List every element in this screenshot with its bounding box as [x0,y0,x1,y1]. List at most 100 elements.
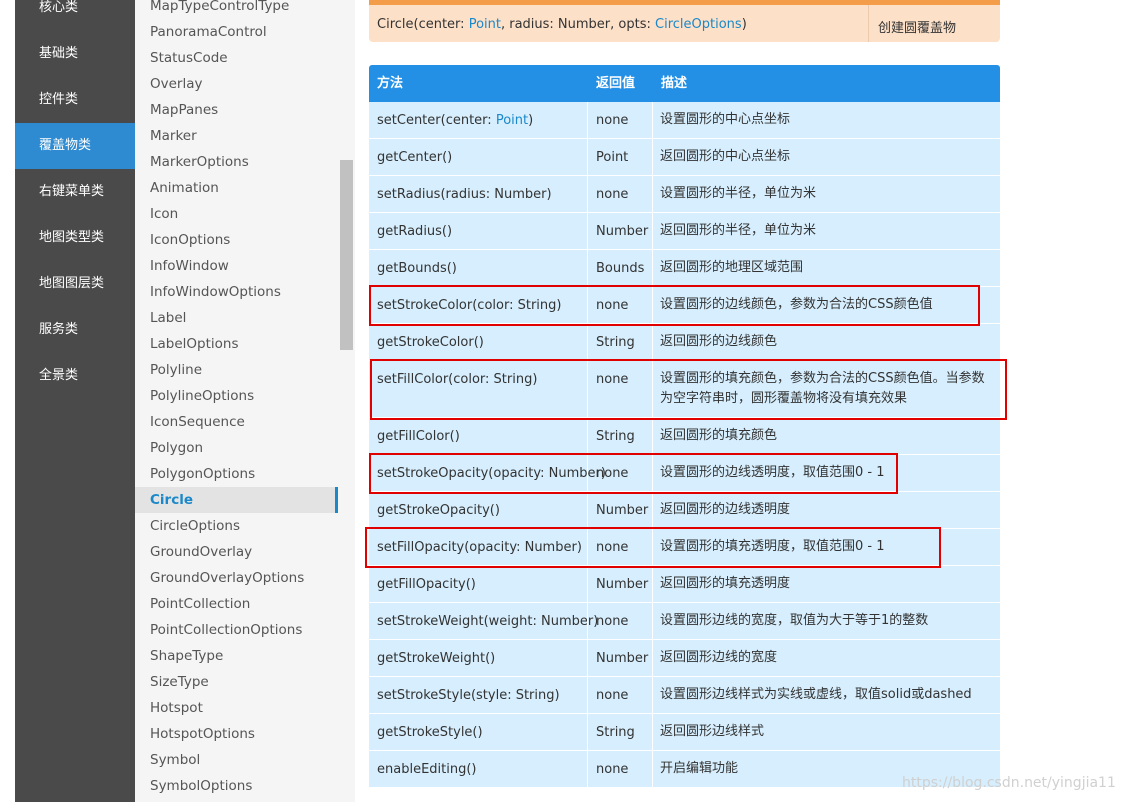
return-type: none [596,466,629,481]
class-list-item[interactable]: Overlay [135,71,338,97]
table-row: setFillOpacity(opacity: Number) none 设置圆形的… [369,529,1000,566]
table-row: getBounds() Bounds 返回圆形的地理区域范围 [369,250,1000,287]
class-list-item[interactable]: PolygonOptions [135,461,338,487]
return-type[interactable]: Point [596,150,628,165]
method-description: 返回圆形的半径，单位为米 [660,223,817,238]
class-list-item[interactable]: GroundOverlayOptions [135,565,338,591]
type-link[interactable]: Point [496,113,528,128]
method-signature: setFillOpacity(opacity: Number) [377,540,582,555]
class-list-item[interactable]: IconSequence [135,409,338,435]
header-description: 描述 [661,76,688,91]
header-return: 返回值 [596,76,636,91]
class-list-item[interactable]: MapPanes [135,97,338,123]
table-row: setCenter(center: Point) none 设置圆形的中心点坐标 [369,102,1000,139]
sidebar-scrollbar-thumb[interactable] [340,160,353,350]
class-list-item[interactable]: Icon [135,201,338,227]
table-row: setRadius(radius: Number) none 设置圆形的半径，单位为… [369,176,1000,213]
column-divider [587,418,588,455]
class-list-item[interactable]: Polygon [135,435,338,461]
return-type: none [596,762,629,777]
class-list-item[interactable]: Animation [135,175,338,201]
column-divider [587,714,588,751]
sidebar-scrollbar-track[interactable] [340,0,354,802]
watermark: https://blog.csdn.net/yingjia11 [902,775,1116,791]
category-nav: 核心类 基础类 控件类 覆盖物类 右键菜单类 地图类型类 地图图层类 服务类 全景类 [15,0,135,802]
class-list-item[interactable]: PanoramaControl [135,19,338,45]
column-divider [587,640,588,677]
category-nav-item[interactable]: 覆盖物类 [15,123,135,169]
class-list-item[interactable]: InfoWindow [135,253,338,279]
method-name: setStrokeStyle(style: String) [377,688,560,703]
constructor-sig-mid: , radius: Number, opts: [500,17,656,32]
class-list-item[interactable]: ShapeType [135,643,338,669]
category-nav-item[interactable]: 核心类 [15,0,135,31]
return-type: none [596,187,629,202]
column-divider [587,455,588,492]
column-divider [587,102,588,139]
method-signature: getRadius() [377,224,452,239]
method-name: setStrokeColor(color: String) [377,298,562,313]
method-description: 返回圆形的中心点坐标 [660,149,791,164]
category-nav-item[interactable]: 右键菜单类 [15,169,135,215]
table-row: setFillColor(color: String) none 设置圆形的填充颜色… [369,361,1000,418]
column-divider [652,102,653,139]
class-list-item[interactable]: Symbol [135,747,338,773]
class-list-item[interactable]: GroundOverlay [135,539,338,565]
class-list-item[interactable]: MarkerOptions [135,149,338,175]
class-list-item[interactable]: StatusCode [135,45,338,71]
column-divider [652,677,653,714]
return-type[interactable]: Bounds [596,261,644,276]
category-nav-item[interactable]: 地图类型类 [15,215,135,261]
class-list-item[interactable]: Marker [135,123,338,149]
header-method: 方法 [377,76,404,91]
class-list-item[interactable]: Label [135,305,338,331]
method-description: 返回圆形的边线颜色 [660,334,778,349]
class-list-item[interactable]: IconOptions [135,227,338,253]
method-signature: getStrokeOpacity() [377,503,500,518]
method-signature: getFillOpacity() [377,577,476,592]
category-nav-item[interactable]: 服务类 [15,307,135,353]
class-list-item[interactable]: PointCollection [135,591,338,617]
point-type-link[interactable]: Point [469,17,501,32]
category-nav-item[interactable]: 控件类 [15,77,135,123]
class-list-item[interactable]: MapTypeControlType [135,0,338,19]
method-name: setStrokeOpacity(opacity: Number) [377,466,606,481]
method-description: 返回圆形的填充透明度 [660,576,791,591]
column-divider [587,492,588,529]
return-type: none [596,372,629,387]
return-type: Number [596,577,649,592]
class-list-item[interactable]: SizeType [135,669,338,695]
class-list-item[interactable]: Polyline [135,357,338,383]
method-signature: setStrokeOpacity(opacity: Number) [377,466,606,481]
constructor-table: Circle(center: Point, radius: Number, op… [369,0,1000,42]
table-row: setStrokeWeight(weight: Number) none 设置圆形边… [369,603,1000,640]
column-divider [652,418,653,455]
table-row: getStrokeWeight() Number 返回圆形边线的宽度 [369,640,1000,677]
method-signature: getStrokeColor() [377,335,484,350]
return-type: none [596,614,629,629]
column-divider [652,714,653,751]
method-signature: setStrokeColor(color: String) [377,298,561,313]
class-list-item[interactable]: InfoWindowOptions [135,279,338,305]
method-name: getBounds() [377,261,457,276]
column-divider [587,250,588,287]
method-description: 返回圆形的地理区域范围 [660,260,804,275]
class-list-item[interactable]: SymbolOptions [135,773,338,799]
method-name: setFillColor(color: String) [377,372,538,387]
category-nav-item[interactable]: 基础类 [15,31,135,77]
class-list-item[interactable]: LabelOptions [135,331,338,357]
class-list-item[interactable]: CircleOptions [135,513,338,539]
class-list-item[interactable]: HotspotOptions [135,721,338,747]
class-list-item[interactable]: PointCollectionOptions [135,617,338,643]
return-type: none [596,113,629,128]
column-divider [587,566,588,603]
category-nav-item[interactable]: 地图图层类 [15,261,135,307]
class-list-item[interactable]: PolylineOptions [135,383,338,409]
circle-options-type-link[interactable]: CircleOptions [655,17,742,32]
column-divider [652,250,653,287]
category-nav-item[interactable]: 全景类 [15,353,135,399]
class-list-item[interactable]: Circle [135,487,338,513]
method-signature: getStrokeStyle() [377,725,483,740]
column-divider [652,287,653,324]
class-list-item[interactable]: Hotspot [135,695,338,721]
